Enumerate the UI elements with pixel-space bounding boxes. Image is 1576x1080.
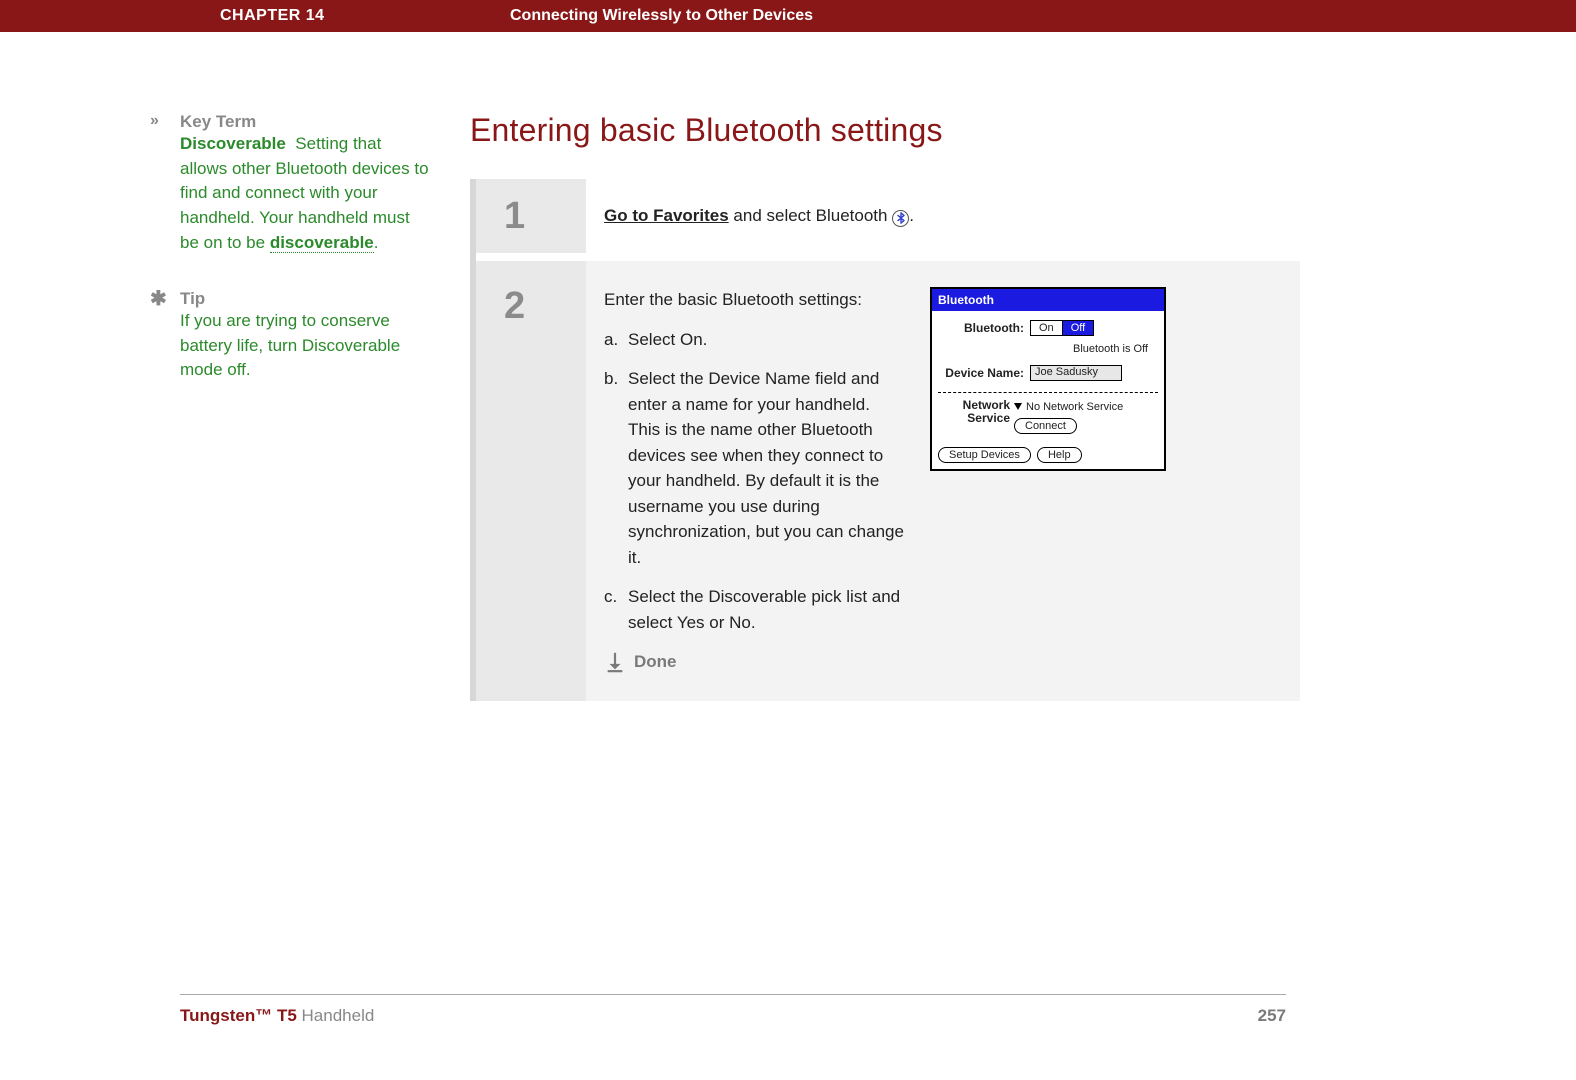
substep-b-text: Select the Device Name field and enter a… [628,366,904,570]
setup-devices-button[interactable]: Setup Devices [938,447,1031,463]
step-2-body: Enter the basic Bluetooth settings: a. S… [586,261,1300,701]
device-screenshot: Bluetooth Bluetooth: On Off Bluetooth i [930,287,1166,471]
keyterm-period: . [374,233,379,252]
footer-product-bold: Tungsten™ T5 [180,1006,297,1025]
device-name-label: Device Name: [938,364,1030,382]
device-button-row: Setup Devices Help [938,444,1158,463]
page-footer: Tungsten™ T5 Handheld 257 [180,994,1286,1028]
substep-a-text: Select On. [628,327,904,353]
substep-a: a. Select On. [604,327,904,353]
step-1-body: Go to Favorites and select Bluetooth . [586,179,1300,253]
go-to-favorites-link[interactable]: Go to Favorites [604,206,729,225]
done-label: Done [634,649,677,675]
step-2: 2 Enter the basic Bluetooth settings: a.… [476,261,1300,701]
help-button[interactable]: Help [1037,447,1082,463]
bluetooth-toggle[interactable]: On Off [1030,320,1094,336]
network-service-picker[interactable]: No Network Service [1014,399,1158,416]
substep-b: b. Select the Device Name field and ente… [604,366,904,570]
device-status: Bluetooth is Off [938,341,1158,358]
page-number: 257 [1258,1006,1286,1026]
substep-a-letter: a. [604,327,628,353]
step-1-number: 1 [504,197,586,235]
substep-c-text: Select the Discoverable pick list and se… [628,584,904,635]
chapter-label: CHAPTER 14 [0,7,510,25]
step-1-num-col: 1 [476,179,586,253]
chapter-title: Connecting Wirelessly to Other Devices [510,7,1576,25]
down-arrow-icon [604,651,626,673]
keyterm-text: Discoverable Setting that allows other B… [180,132,430,255]
net-label-line2: Service [967,411,1010,425]
bluetooth-icon [892,210,909,227]
device-row-name: Device Name: Joe Sadusky [938,364,1158,382]
tip-text: If you are trying to conserve battery li… [180,309,430,383]
step-2-instructions: Enter the basic Bluetooth settings: a. S… [604,287,904,675]
device-row-network: Network Service No Network Service [938,399,1158,435]
device-body: Bluetooth: On Off Bluetooth is Off Devic… [932,311,1164,469]
step-1: 1 Go to Favorites and select Bluetooth . [476,179,1300,253]
device-bt-label: Bluetooth: [938,319,1030,337]
tip-block: ✱ Tip If you are trying to conserve batt… [150,289,430,383]
device-separator [938,392,1158,393]
device-network-label: Network Service [938,399,1010,435]
tip-label: Tip [180,289,430,309]
substep-c: c. Select the Discoverable pick list and… [604,584,904,635]
connect-button[interactable]: Connect [1014,418,1077,434]
section-title: Entering basic Bluetooth settings [470,112,1300,149]
network-service-value: No Network Service [1026,399,1123,416]
device-title: Bluetooth [932,289,1164,311]
device-row-bluetooth: Bluetooth: On Off [938,319,1158,337]
net-label-line1: Network [963,398,1010,412]
asterisk-icon: ✱ [150,289,180,383]
chevrons-icon: » [150,112,180,255]
discoverable-link[interactable]: discoverable [270,233,374,253]
keyterm-term: Discoverable [180,134,286,153]
step-separator [476,253,1300,261]
step-1-tail-a: and select Bluetooth [729,206,893,225]
step-2-intro: Enter the basic Bluetooth settings: [604,287,904,313]
chapter-header: CHAPTER 14 Connecting Wirelessly to Othe… [0,0,1576,32]
steps-container: 1 Go to Favorites and select Bluetooth .… [470,179,1300,701]
substep-c-letter: c. [604,584,628,635]
toggle-off[interactable]: Off [1063,321,1093,335]
device-name-field[interactable]: Joe Sadusky [1030,365,1122,381]
step-2-number: 2 [504,287,586,325]
done-row: Done [604,649,904,675]
dropdown-triangle-icon [1014,403,1022,410]
toggle-on[interactable]: On [1031,321,1063,335]
step-2-num-col: 2 [476,261,586,701]
footer-product-tail: Handheld [297,1006,375,1025]
content-area: » Key Term Discoverable Setting that all… [0,32,1576,701]
keyterm-block: » Key Term Discoverable Setting that all… [150,112,430,255]
substep-b-letter: b. [604,366,628,570]
step-1-tail-b: . [909,206,914,225]
sidebar: » Key Term Discoverable Setting that all… [0,112,470,701]
main-column: Entering basic Bluetooth settings 1 Go t… [470,112,1300,701]
page: CHAPTER 14 Connecting Wirelessly to Othe… [0,0,1576,1080]
footer-product: Tungsten™ T5 Handheld [180,1006,374,1026]
keyterm-label: Key Term [180,112,430,132]
